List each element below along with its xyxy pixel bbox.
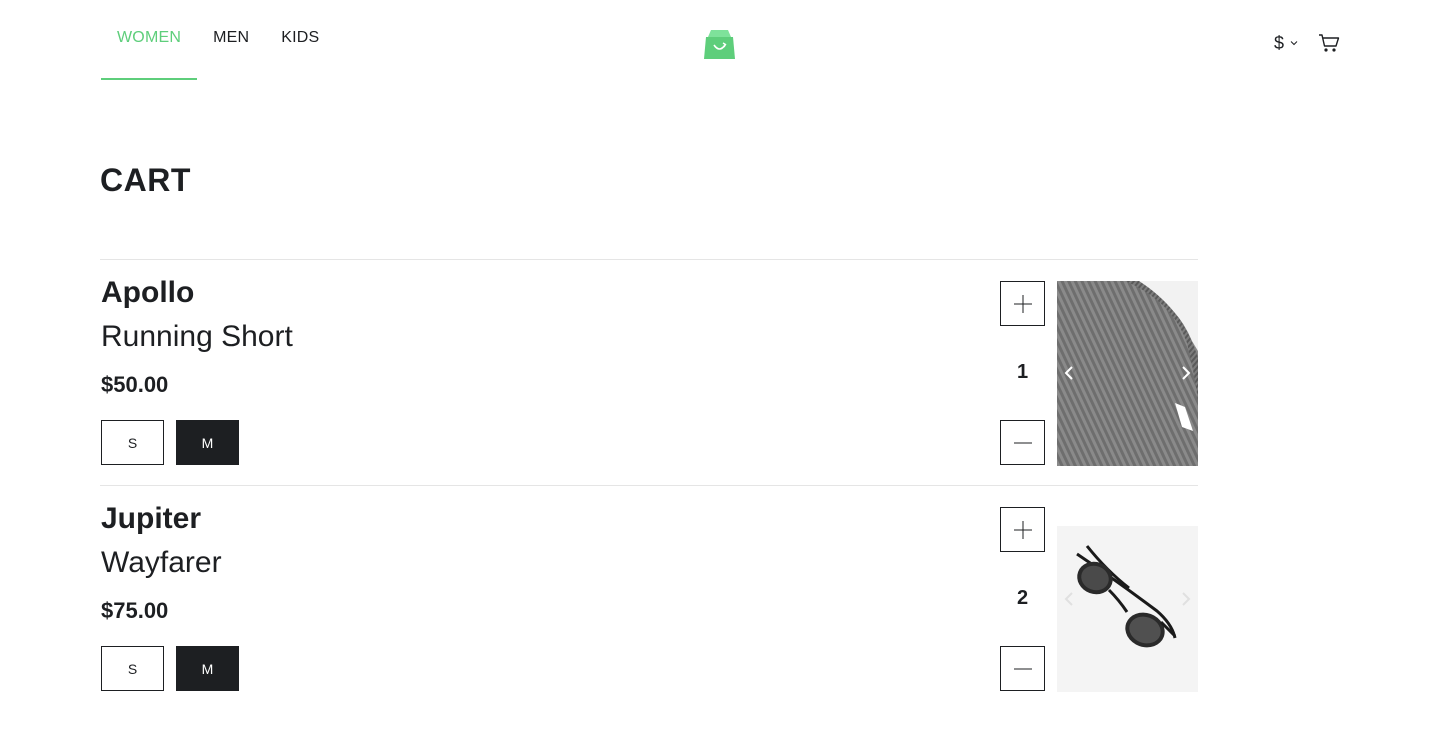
page-title: CART — [100, 162, 191, 198]
cart-list: Apollo Running Short $50.00 S M 1 Jupite… — [100, 259, 1198, 711]
previous-image-button[interactable] — [1061, 363, 1077, 383]
plus-icon — [1013, 520, 1032, 539]
product-brand: Jupiter — [101, 502, 202, 535]
cart-item: Apollo Running Short $50.00 S M 1 — [100, 259, 1198, 485]
chevron-left-icon — [1064, 592, 1073, 606]
decrease-quantity-button[interactable] — [1000, 646, 1045, 691]
next-image-button[interactable] — [1178, 589, 1194, 609]
sweater-product-image — [1057, 281, 1198, 466]
minus-icon — [1013, 442, 1032, 443]
chevron-right-icon — [1182, 366, 1191, 380]
chevron-left-icon — [1064, 366, 1073, 380]
previous-image-button[interactable] — [1061, 589, 1077, 609]
chevron-right-icon — [1182, 592, 1191, 606]
nav-tab-kids[interactable]: KIDS — [265, 0, 335, 80]
product-name: Wayfarer — [101, 546, 222, 579]
product-image-gallery — [1057, 281, 1198, 466]
nav-tab-men[interactable]: MEN — [197, 0, 265, 80]
product-image-gallery — [1057, 526, 1198, 692]
sunglasses-product-image — [1057, 526, 1198, 692]
currency-symbol: $ — [1273, 32, 1284, 53]
header-actions: $ — [1274, 30, 1340, 56]
cart-icon[interactable] — [1318, 32, 1340, 54]
size-options: S M — [101, 420, 239, 465]
nav-tab-women[interactable]: WOMEN — [101, 0, 198, 80]
product-price: $75.00 — [101, 598, 169, 623]
quantity-value: 2 — [1016, 587, 1029, 609]
increase-quantity-button[interactable] — [1000, 281, 1045, 326]
plus-icon — [1013, 294, 1032, 313]
chevron-down-icon — [1290, 41, 1298, 46]
next-image-button[interactable] — [1178, 363, 1194, 383]
size-option-m[interactable]: M — [176, 420, 239, 465]
cart-item: Jupiter Wayfarer $75.00 S M 2 — [100, 485, 1198, 711]
category-nav: WOMEN MEN KIDS — [101, 0, 335, 80]
minus-icon — [1013, 668, 1032, 669]
product-price: $50.00 — [101, 372, 169, 397]
product-name: Running Short — [101, 320, 293, 353]
quantity-value: 1 — [1016, 361, 1029, 383]
size-option-m[interactable]: M — [176, 646, 239, 691]
increase-quantity-button[interactable] — [1000, 507, 1045, 552]
size-options: S M — [101, 646, 239, 691]
top-header: WOMEN MEN KIDS $ — [0, 0, 1440, 80]
shopping-bag-logo-icon[interactable] — [703, 28, 736, 60]
currency-switcher[interactable]: $ — [1274, 33, 1298, 54]
size-option-s[interactable]: S — [101, 646, 164, 691]
quantity-stepper: 2 — [1000, 507, 1045, 691]
product-brand: Apollo — [101, 276, 195, 309]
quantity-stepper: 1 — [1000, 281, 1045, 465]
size-option-s[interactable]: S — [101, 420, 164, 465]
decrease-quantity-button[interactable] — [1000, 420, 1045, 465]
